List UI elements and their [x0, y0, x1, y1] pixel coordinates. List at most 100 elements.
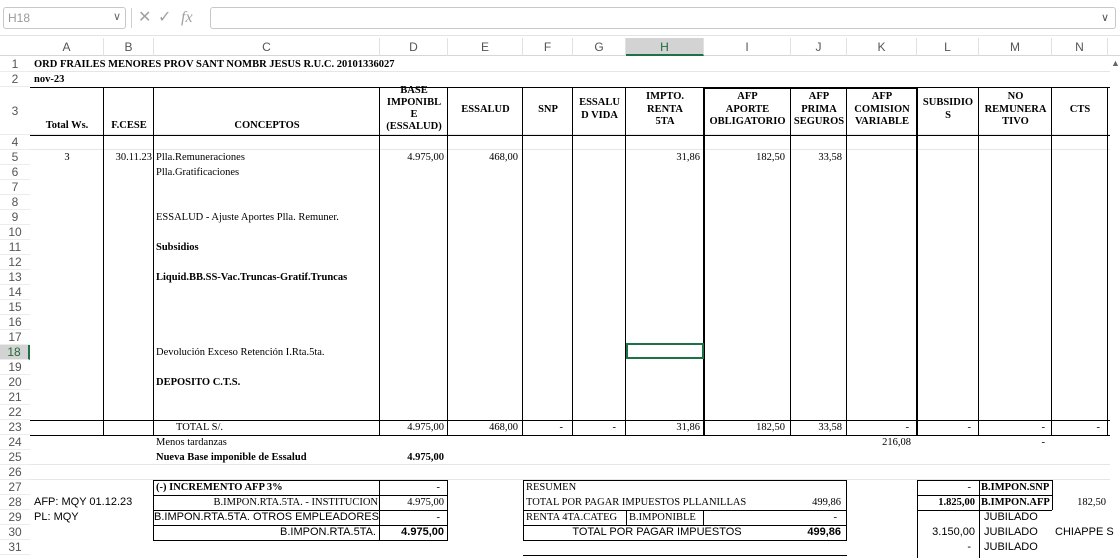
cell-i5[interactable]: 182,50	[704, 150, 785, 165]
total-label[interactable]: TOTAL S/.	[176, 420, 223, 435]
row-header-29[interactable]: 29	[0, 510, 30, 525]
row-header-7[interactable]: 7	[0, 180, 30, 195]
resumen-title[interactable]: RESUMEN	[526, 480, 576, 495]
total-vida[interactable]: -	[573, 420, 617, 435]
row-header-2[interactable]: 2	[0, 72, 30, 87]
column-header-f[interactable]: F	[523, 38, 573, 56]
cell-c6[interactable]: Plla.Gratificaciones	[156, 165, 239, 180]
column-header-i[interactable]: I	[704, 38, 791, 56]
row-header-9[interactable]: 9	[0, 210, 30, 225]
row-header-14[interactable]: 14	[0, 285, 30, 300]
scroll-up-icon[interactable]: ▲	[1111, 58, 1120, 68]
chevron-down-icon[interactable]: ∨	[113, 10, 121, 23]
cell-c25[interactable]: Nueva Base imponible de Essalud	[156, 450, 307, 465]
row-header-5[interactable]: 5	[0, 150, 30, 165]
cell-c29[interactable]: B.IMPON.RTA.5TA. OTROS EMPLEADORES	[154, 510, 379, 525]
total-renta[interactable]: 31,86	[626, 420, 700, 435]
cell-e5[interactable]: 468,00	[448, 150, 518, 165]
row-header-19[interactable]: 19	[0, 360, 30, 375]
total-afp-prima[interactable]: 33,58	[791, 420, 842, 435]
cancel-icon[interactable]: ✕	[138, 8, 151, 28]
row-header-26[interactable]: 26	[0, 465, 30, 480]
row-header-18[interactable]: 18	[0, 345, 30, 360]
cell-c18[interactable]: Devolución Exceso Retención I.Rta.5ta.	[156, 345, 325, 360]
cell-b5[interactable]: 30.11.23	[104, 150, 152, 165]
row-header-30[interactable]: 30	[0, 525, 30, 540]
cell-c30[interactable]: B.IMPON.RTA.5TA.	[154, 525, 376, 540]
cell-m27[interactable]: B.IMPON.SNP	[981, 480, 1049, 495]
row-header-20[interactable]: 20	[0, 375, 30, 390]
column-header-k[interactable]: K	[847, 38, 917, 56]
row-header-24[interactable]: 24	[0, 435, 30, 450]
total-afp-comision[interactable]: -	[847, 420, 910, 435]
row-header-15[interactable]: 15	[0, 300, 30, 315]
row-header-4[interactable]: 4	[0, 135, 30, 150]
cell-c27[interactable]: (-) INCREMENTO AFP 3%	[156, 480, 283, 495]
resumen-line1-value[interactable]: 499,86	[791, 495, 841, 510]
cell-n28[interactable]: 182,50	[1052, 495, 1106, 510]
active-cell-h18[interactable]	[626, 343, 704, 359]
cell-j5[interactable]: 33,58	[791, 150, 842, 165]
cell-l28[interactable]: 1.825,00	[917, 495, 975, 510]
cell-c20[interactable]: DEPOSITO C.T.S.	[156, 375, 240, 390]
cell-d29[interactable]: -	[380, 510, 441, 525]
row-header-12[interactable]: 12	[0, 255, 30, 270]
row-header-17[interactable]: 17	[0, 330, 30, 345]
row-header-3[interactable]: 3	[0, 87, 30, 135]
column-header-b[interactable]: B	[104, 38, 154, 56]
cell-a29[interactable]: PL: MQY	[34, 510, 79, 525]
cell-d27[interactable]: -	[380, 480, 441, 495]
resumen-line3-value[interactable]: 499,86	[791, 525, 841, 540]
vertical-scrollbar[interactable]: ▲	[1110, 56, 1120, 116]
column-header-j[interactable]: J	[791, 38, 847, 56]
cell-m30[interactable]: JUBILADO	[984, 525, 1038, 540]
name-box[interactable]: H18 ∨	[3, 7, 126, 29]
cell-c13[interactable]: Liquid.BB.SS-Vac.Truncas-Gratif.Truncas	[156, 270, 347, 285]
row-header-11[interactable]: 11	[0, 240, 30, 255]
row-header-21[interactable]: 21	[0, 390, 30, 405]
cell-a5[interactable]: 3	[30, 150, 104, 165]
cell-m24[interactable]: -	[979, 435, 1046, 450]
cell-a28[interactable]: AFP: MQY 01.12.23	[34, 495, 132, 510]
cell-c9[interactable]: ESSALUD - Ajuste Aportes Plla. Remuner.	[156, 210, 339, 225]
column-header-a[interactable]: A	[30, 38, 104, 56]
row-header-1[interactable]: 1	[0, 57, 30, 72]
total-subsidios[interactable]: -	[917, 420, 972, 435]
cell-m31[interactable]: JUBILADO	[984, 540, 1038, 555]
total-base[interactable]: 4.975,00	[380, 420, 444, 435]
column-header-e[interactable]: E	[448, 38, 523, 56]
cell-d5[interactable]: 4.975,00	[380, 150, 444, 165]
row-header-31[interactable]: 31	[0, 540, 30, 555]
cell-h5[interactable]: 31,86	[626, 150, 700, 165]
row-header-13[interactable]: 13	[0, 270, 30, 285]
cell-c28[interactable]: B.IMPON.RTA.5TA. - INSTITUCION	[154, 495, 378, 510]
cell-d25[interactable]: 4.975,00	[380, 450, 444, 465]
row-header-25[interactable]: 25	[0, 450, 30, 465]
row-header-16[interactable]: 16	[0, 315, 30, 330]
row-header-28[interactable]: 28	[0, 495, 30, 510]
row-header-27[interactable]: 27	[0, 480, 30, 495]
cell-m28[interactable]: B.IMPON.AFP	[981, 495, 1050, 510]
total-essalud[interactable]: 468,00	[448, 420, 518, 435]
resumen-line2-value[interactable]: -	[791, 510, 838, 525]
cell-l27[interactable]: -	[917, 480, 972, 495]
cell-n30[interactable]: CHIAPPE S	[1055, 525, 1120, 540]
column-header-h[interactable]: H	[626, 38, 704, 56]
column-header-m[interactable]: M	[979, 38, 1052, 56]
cell-c24[interactable]: Menos tardanzas	[156, 435, 227, 450]
total-snp[interactable]: -	[523, 420, 564, 435]
row-header-23[interactable]: 23	[0, 420, 30, 435]
column-header-d[interactable]: D	[380, 38, 448, 56]
formula-input[interactable]: ∨	[210, 7, 1116, 29]
row-header-8[interactable]: 8	[0, 195, 30, 210]
insert-function-icon[interactable]: fx	[181, 8, 193, 28]
cell-d28[interactable]: 4.975,00	[380, 495, 444, 510]
column-header-n[interactable]: N	[1052, 38, 1108, 56]
column-header-c[interactable]: C	[154, 38, 380, 56]
resumen-line1-label[interactable]: TOTAL POR PAGAR IMPUESTOS PLLANILLAS	[526, 495, 746, 510]
cell-k24[interactable]: 216,08	[847, 435, 911, 450]
cell-d30[interactable]: 4.975,00	[380, 525, 444, 540]
column-header-g[interactable]: G	[573, 38, 626, 56]
enter-icon[interactable]: ✓	[158, 8, 171, 28]
resumen-line2-label[interactable]: RENTA 4TA.CATEG	[526, 510, 626, 525]
